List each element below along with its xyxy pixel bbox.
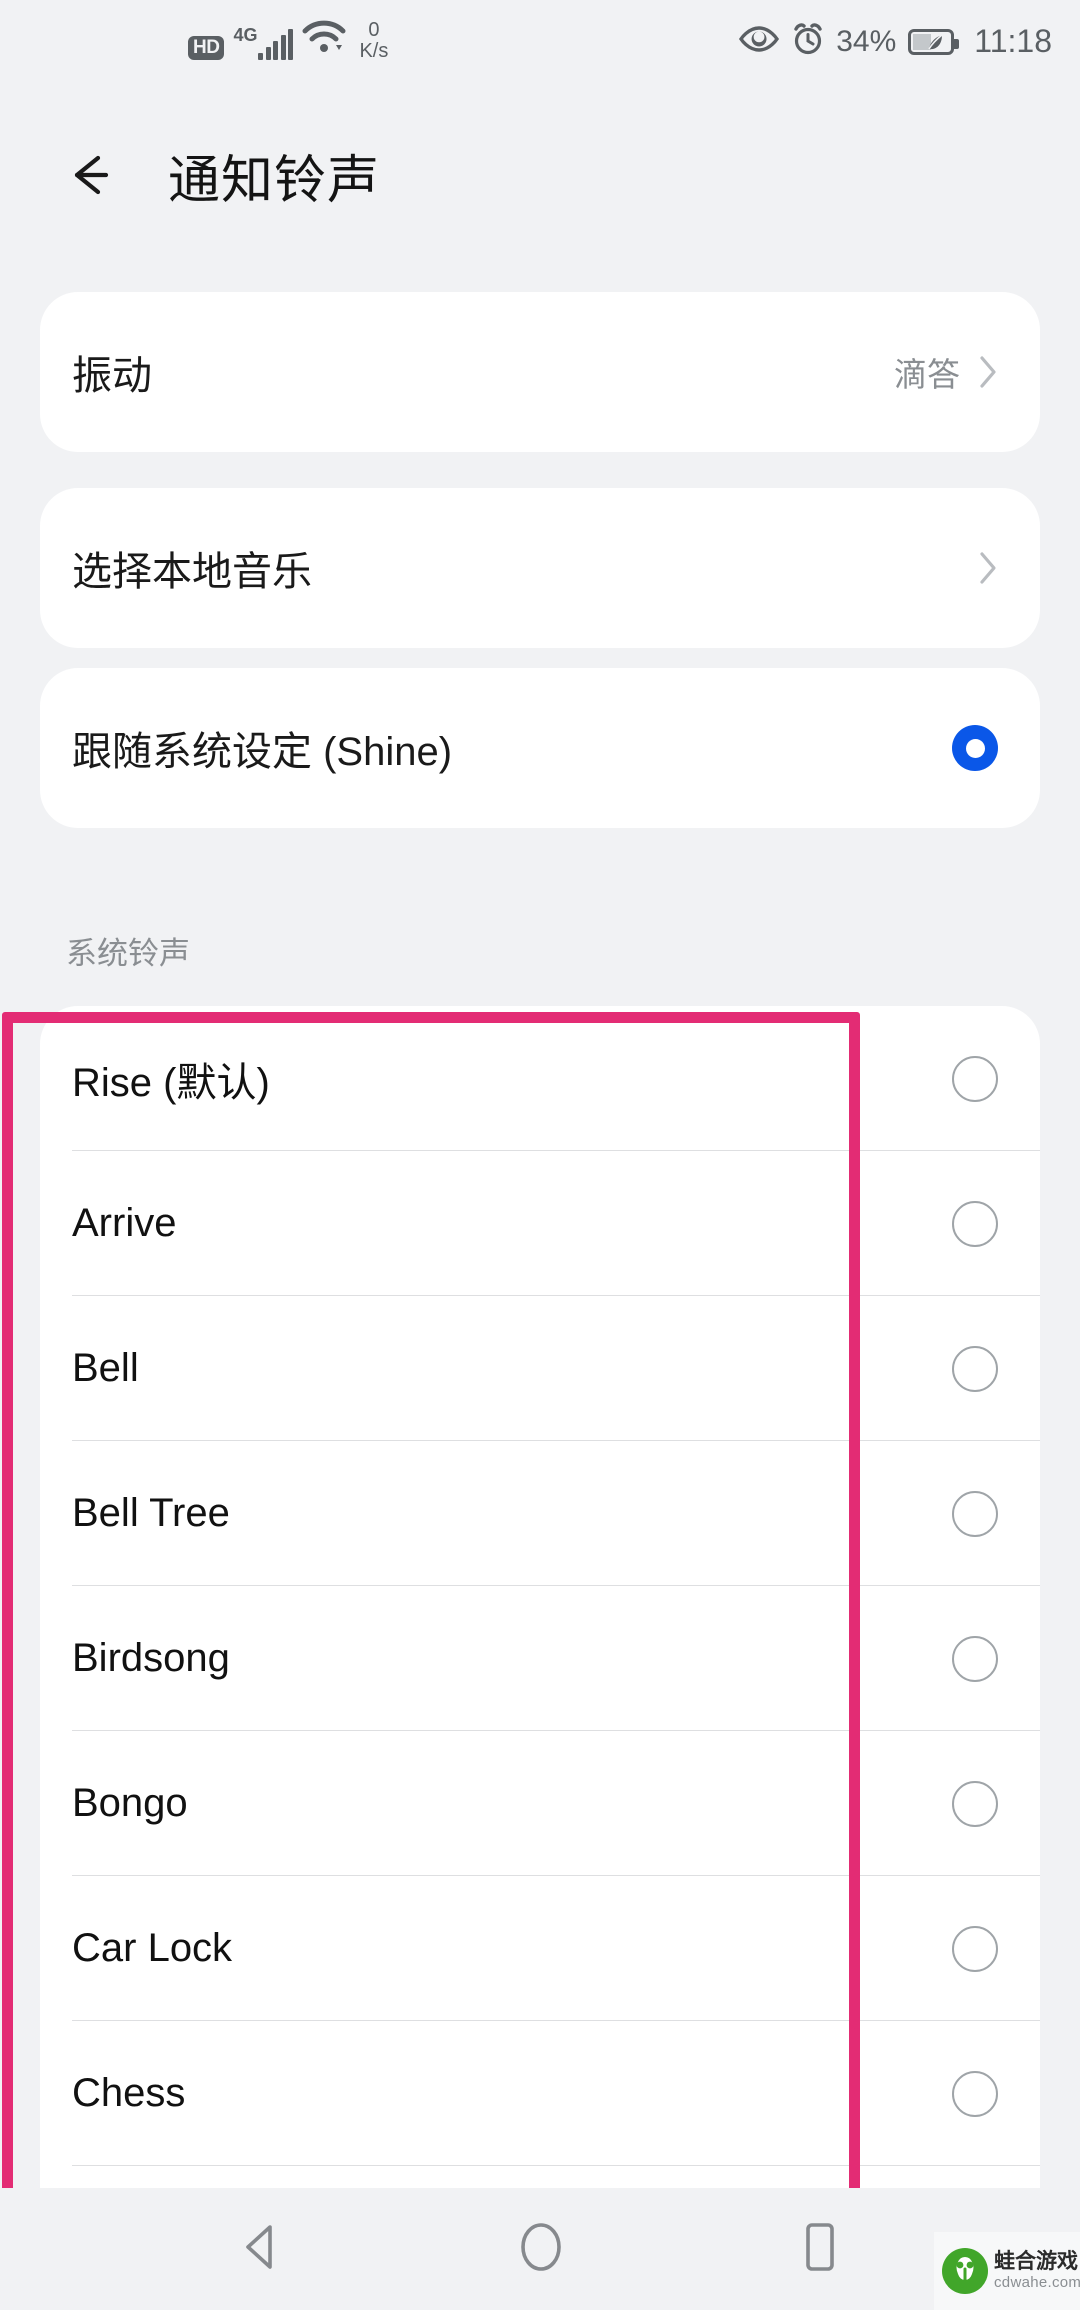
follow-system-row[interactable]: 跟随系统设定 (Shine) xyxy=(40,668,1040,828)
eye-comfort-icon xyxy=(738,25,780,58)
ringtone-radio[interactable] xyxy=(952,2070,998,2117)
hd-icon: HD xyxy=(188,36,225,60)
ringtone-name: Bell xyxy=(72,1346,139,1390)
local-music-row[interactable]: 选择本地音乐 xyxy=(40,488,1040,648)
ringtone-radio[interactable] xyxy=(952,1345,998,1392)
vibration-row[interactable]: 振动 滴答 xyxy=(40,292,1040,452)
ringtone-radio[interactable] xyxy=(952,1925,998,1972)
follow-system-card[interactable]: 跟随系统设定 (Shine) xyxy=(40,668,1040,828)
navigation-bar xyxy=(0,2188,1080,2310)
ringtone-radio[interactable] xyxy=(952,1200,998,1247)
nav-home-icon[interactable] xyxy=(516,2221,566,2278)
signal-bars-icon: 4G xyxy=(233,25,294,60)
data-rate-value: 0 xyxy=(368,19,380,41)
data-rate-unit: K/s xyxy=(359,40,389,62)
local-music-card[interactable]: 选择本地音乐 xyxy=(40,488,1040,648)
battery-percent-label: 34% xyxy=(836,24,897,58)
follow-system-radio-selected[interactable] xyxy=(952,725,998,771)
ringtone-radio[interactable] xyxy=(952,1780,998,1827)
back-arrow-icon[interactable] xyxy=(62,146,120,204)
list-item[interactable]: Bongo xyxy=(40,1731,1040,1876)
frog-logo-icon xyxy=(942,2248,988,2294)
list-item[interactable]: Bell Tree xyxy=(40,1441,1040,1586)
list-item[interactable]: Arrive xyxy=(40,1151,1040,1296)
ringtone-name: Rise (默认) xyxy=(72,1060,270,1105)
data-rate-indicator: 0 K/s xyxy=(359,20,388,62)
ringtone-name: Chess xyxy=(72,2071,186,2115)
ringtone-radio[interactable] xyxy=(952,1055,998,1102)
watermark-text: 蛙合游戏 cdwahe.com xyxy=(994,2250,1080,2291)
site-watermark: 蛙合游戏 cdwahe.com xyxy=(934,2232,1080,2310)
page-title: 通知铃声 xyxy=(168,151,381,210)
status-bar: HD 4G 0 K/s 34% 11:18 xyxy=(0,0,1080,90)
status-bar-left: HD 4G 0 K/s xyxy=(188,20,388,62)
watermark-url: cdwahe.com xyxy=(994,2273,1080,2291)
status-bar-right: 34% 11:18 xyxy=(738,22,1052,61)
nav-recents-icon[interactable] xyxy=(798,2221,842,2278)
watermark-brand: 蛙合游戏 xyxy=(994,2250,1078,2274)
phone-screen: HD 4G 0 K/s 34% 11:18 通知铃声 振动 滴答 选择本地音乐 … xyxy=(0,0,1080,2310)
ringtone-name: Bongo xyxy=(72,1781,188,1825)
list-item[interactable]: Birdsong xyxy=(40,1586,1040,1731)
local-music-label: 选择本地音乐 xyxy=(72,550,312,594)
list-item[interactable]: Chess xyxy=(40,2021,1040,2166)
vibration-value: 滴答 xyxy=(894,356,960,393)
ringtone-radio[interactable] xyxy=(952,1635,998,1682)
signal-bars-glyph xyxy=(258,29,294,60)
ringtone-name: Car Lock xyxy=(72,1926,233,1970)
ringtone-name: Bell Tree xyxy=(72,1491,230,1535)
alarm-clock-icon xyxy=(792,22,824,61)
nav-back-icon[interactable] xyxy=(238,2222,284,2277)
list-item[interactable]: Rise (默认) xyxy=(40,1006,1040,1151)
chevron-right-icon xyxy=(978,355,998,389)
vibration-label: 振动 xyxy=(72,354,152,398)
ringtone-radio[interactable] xyxy=(952,1490,998,1537)
vibration-setting-card[interactable]: 振动 滴答 xyxy=(40,292,1040,452)
ringtone-name: Arrive xyxy=(72,1201,177,1245)
battery-saver-icon xyxy=(908,28,960,55)
ringtone-list: Rise (默认) Arrive Bell Bell Tree Birdsong… xyxy=(40,1006,1040,2218)
page-header: 通知铃声 xyxy=(0,120,1080,230)
chevron-right-icon xyxy=(978,551,998,585)
ringtone-name: Birdsong xyxy=(72,1636,230,1680)
network-type-label: 4G xyxy=(233,25,258,45)
follow-system-label: 跟随系统设定 (Shine) xyxy=(72,730,453,774)
wifi-icon xyxy=(302,20,346,59)
system-ringtones-section-label: 系统铃声 xyxy=(66,936,190,971)
list-item[interactable]: Bell xyxy=(40,1296,1040,1441)
clock-label: 11:18 xyxy=(974,23,1052,59)
list-item[interactable]: Car Lock xyxy=(40,1876,1040,2021)
